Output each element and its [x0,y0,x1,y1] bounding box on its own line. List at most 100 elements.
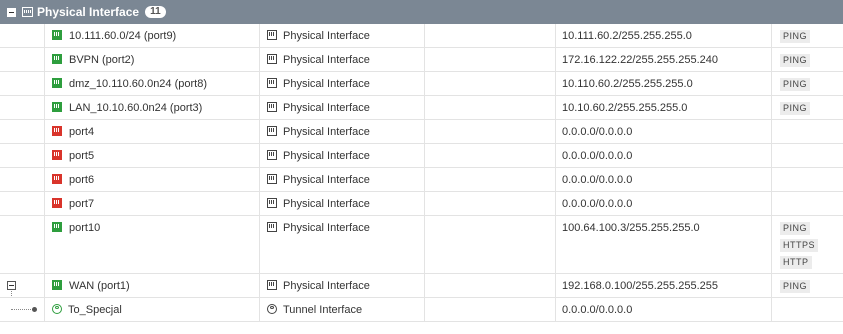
empty-cell [425,120,556,143]
administrative-access-cell: PING [772,274,843,297]
interface-name-cell[interactable]: port6 [45,168,260,191]
interface-name-cell[interactable]: port7 [45,192,260,215]
interface-type-cell: Physical Interface [260,96,425,119]
administrative-access-cell [772,192,843,215]
interface-type: Physical Interface [283,222,370,234]
table-row[interactable]: WAN (port1) Physical Interface 192.168.0.1… [0,274,843,298]
tree-connector-line [11,291,12,297]
interface-type-cell: Physical Interface [260,216,425,273]
table-row[interactable]: port5 Physical Interface 0.0.0.0/0.0.0.0 [0,144,843,168]
physical-interface-icon [267,54,277,64]
interface-name-cell[interactable]: port5 [45,144,260,167]
port-up-icon [52,30,62,40]
interface-type-cell: Physical Interface [260,274,425,297]
access-badge: PING [780,222,811,235]
interface-name-cell[interactable]: port10 [45,216,260,273]
interface-name-cell[interactable]: dmz_10.110.60.0n24 (port8) [45,72,260,95]
administrative-access-cell: PING [772,48,843,71]
port-up-icon [52,102,62,112]
ip-netmask: 10.110.60.2/255.255.255.0 [562,78,693,90]
table-row[interactable]: LAN_10.10.60.0n24 (port3) Physical Interf… [0,96,843,120]
interface-name: To_Specjal [68,304,122,316]
interface-name-cell[interactable]: To_Specjal [45,298,260,321]
row-expander-cell [0,298,45,321]
interface-type: Physical Interface [283,102,370,114]
interface-type: Physical Interface [283,150,370,162]
administrative-access-cell: PING [772,24,843,47]
interface-name: BVPN (port2) [69,54,135,66]
empty-cell [425,24,556,47]
interface-name: port6 [69,174,95,186]
table-row[interactable]: port4 Physical Interface 0.0.0.0/0.0.0.0 [0,120,843,144]
row-expander-cell [0,192,45,215]
ip-netmask-cell: 0.0.0.0/0.0.0.0 [556,144,772,167]
ip-netmask-cell: 100.64.100.3/255.255.255.0 [556,216,772,273]
port-up-icon [52,78,62,88]
group-header-physical-interface[interactable]: Physical Interface 11 [0,0,843,24]
table-row[interactable]: port7 Physical Interface 0.0.0.0/0.0.0.0 [0,192,843,216]
tree-connector-line [11,309,33,310]
interface-type: Physical Interface [283,174,370,186]
ip-netmask-cell: 0.0.0.0/0.0.0.0 [556,120,772,143]
table-row[interactable]: To_Specjal Tunnel Interface 0.0.0.0/0.0.0.… [0,298,843,322]
physical-interface-icon [267,174,277,184]
port-up-icon [52,222,62,232]
row-expander-cell [0,274,45,297]
collapse-row-icon[interactable] [7,281,16,290]
interface-name: WAN (port1) [69,280,130,292]
row-expander-cell [0,168,45,191]
collapse-icon[interactable] [7,7,16,17]
interface-type-cell: Physical Interface [260,48,425,71]
interface-type: Tunnel Interface [283,304,363,316]
interface-type: Physical Interface [283,126,370,138]
interface-name: dmz_10.110.60.0n24 (port8) [69,78,207,90]
table-row[interactable]: port10 Physical Interface 100.64.100.3/255… [0,216,843,274]
group-count-badge: 11 [145,6,166,18]
tree-node-dot [32,307,37,312]
ip-netmask-cell: 172.16.122.22/255.255.255.240 [556,48,772,71]
access-badge: PING [780,78,811,91]
administrative-access-cell: PING [772,72,843,95]
empty-cell [425,72,556,95]
administrative-access-cell [772,168,843,191]
interface-name: port4 [69,126,95,138]
interface-name-cell[interactable]: LAN_10.10.60.0n24 (port3) [45,96,260,119]
ip-netmask: 0.0.0.0/0.0.0.0 [562,126,633,138]
table-row[interactable]: port6 Physical Interface 0.0.0.0/0.0.0.0 [0,168,843,192]
ip-netmask-cell: 0.0.0.0/0.0.0.0 [556,192,772,215]
physical-interface-icon [267,280,277,290]
table-row[interactable]: 10.111.60.0/24 (port9) Physical Interface… [0,24,843,48]
table-row[interactable]: dmz_10.110.60.0n24 (port8) Physical Inter… [0,72,843,96]
row-expander-cell [0,48,45,71]
empty-cell [425,96,556,119]
access-badge: HTTPS [780,239,819,252]
interface-type-cell: Physical Interface [260,192,425,215]
physical-interface-icon [267,126,277,136]
physical-interface-icon [267,30,277,40]
ip-netmask: 10.111.60.2/255.255.255.0 [562,30,692,42]
tunnel-interface-icon [267,304,277,314]
tunnel-interface-icon [52,304,62,314]
administrative-access-cell: PING HTTPS HTTP [772,216,843,273]
physical-interface-icon [267,78,277,88]
interface-type: Physical Interface [283,54,370,66]
empty-cell [425,144,556,167]
interface-name-cell[interactable]: port4 [45,120,260,143]
interface-name-cell[interactable]: 10.111.60.0/24 (port9) [45,24,260,47]
ip-netmask: 0.0.0.0/0.0.0.0 [562,304,633,316]
empty-cell [425,216,556,273]
empty-cell [425,298,556,321]
access-badge: PING [780,102,811,115]
interface-type-cell: Physical Interface [260,168,425,191]
table-row[interactable]: BVPN (port2) Physical Interface 172.16.122… [0,48,843,72]
interface-name: LAN_10.10.60.0n24 (port3) [69,102,203,114]
empty-cell [425,168,556,191]
interface-table: 10.111.60.0/24 (port9) Physical Interface… [0,24,843,322]
ip-netmask: 172.16.122.22/255.255.255.240 [562,54,718,66]
interface-name-cell[interactable]: WAN (port1) [45,274,260,297]
ip-netmask: 0.0.0.0/0.0.0.0 [562,150,633,162]
ip-netmask: 0.0.0.0/0.0.0.0 [562,174,633,186]
interface-name-cell[interactable]: BVPN (port2) [45,48,260,71]
port-up-icon [52,54,62,64]
ip-netmask-cell: 0.0.0.0/0.0.0.0 [556,168,772,191]
